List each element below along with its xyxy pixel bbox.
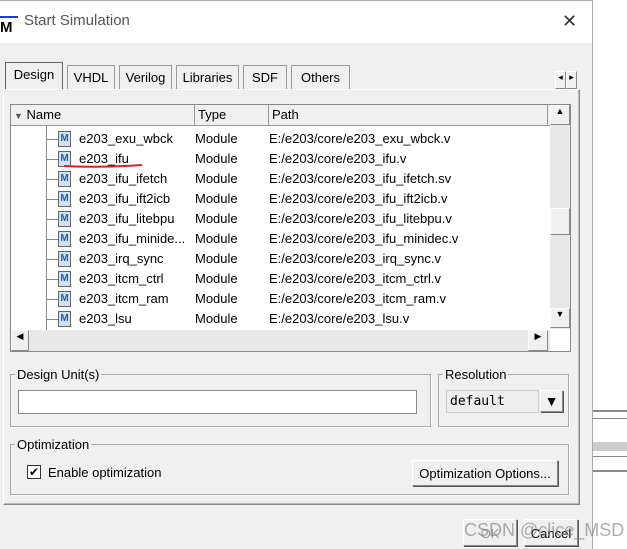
tab-sdf[interactable]: SDF [243,65,287,90]
row-name: e203_ifu_litebpu [79,211,175,226]
tab-others[interactable]: Others [291,65,350,90]
tree-branch [46,259,58,260]
background-window-bar [593,442,627,451]
table-row[interactable]: M e203_itcm_ctrl Module E:/e203/core/e20… [11,269,549,289]
tree-branch [46,179,58,180]
resolution-select[interactable]: default [446,390,539,413]
tab-vhdl[interactable]: VHDL [67,65,115,90]
table-row[interactable]: M e203_ifu Module E:/e203/core/e203_ifu.… [11,149,549,169]
design-tree: ▼ Name Type Path M e203_exu_wbck Module … [10,104,571,352]
resolution-label: Resolution [445,367,507,382]
tree-branch [46,199,58,200]
tree-branch [46,159,58,160]
row-name: e203_ifu_ift2icb [79,191,171,206]
row-path: E:/e203/core/e203_ifu_ift2icb.v [269,191,448,206]
vertical-scrollbar[interactable]: ▲ ▼ [550,105,570,329]
row-path: E:/e203/core/e203_ifu_litebpu.v [269,211,452,226]
table-row[interactable]: M e203_ifu_litebpu Module E:/e203/core/e… [11,209,549,229]
row-name: e203_exu_wbck [79,131,173,146]
row-path: E:/e203/core/e203_exu_wbck.v [269,131,451,146]
row-path: E:/e203/core/e203_ifu.v [269,151,407,166]
module-icon: M [58,231,71,247]
column-header-path[interactable]: Path [269,105,548,126]
column-header-name[interactable]: ▼ Name [11,105,195,126]
title-bar: M Start Simulation ✕ [0,1,592,43]
module-icon: M [58,291,71,307]
module-icon: M [58,271,71,287]
row-path: E:/e203/core/e203_itcm_ctrl.v [269,271,441,286]
row-type: Module [195,191,238,206]
optimization-label: Optimization [17,437,90,452]
row-name: e203_lsu [79,311,132,326]
horizontal-scrollbar[interactable]: ◀ ▶ [11,330,550,351]
row-name: e203_ifu_minide... [79,231,186,246]
tree-branch [46,219,58,220]
row-type: Module [195,291,238,306]
table-row[interactable]: M e203_itcm_ram Module E:/e203/core/e203… [11,289,549,309]
table-row[interactable]: M e203_irq_sync Module E:/e203/core/e203… [11,249,549,269]
design-unit-input[interactable] [18,390,417,414]
tab-verilog[interactable]: Verilog [119,65,172,90]
scroll-thumb[interactable] [550,208,570,235]
scroll-up-icon[interactable]: ▲ [550,105,570,125]
tab-libraries[interactable]: Libraries [176,65,239,90]
row-path: E:/e203/core/e203_irq_sync.v [269,251,441,266]
row-type: Module [195,251,238,266]
row-path: E:/e203/core/e203_itcm_ram.v [269,291,447,306]
row-type: Module [195,311,238,326]
module-icon: M [58,311,71,327]
table-row[interactable]: M e203_lsu Module E:/e203/core/e203_lsu.… [11,309,549,329]
tree-branch [46,139,58,140]
row-type: Module [195,151,238,166]
tab-scroll-right-icon[interactable]: ▸ [566,71,577,89]
sort-arrow-icon: ▼ [14,111,23,121]
table-row[interactable]: M e203_ifu_minide... Module E:/e203/core… [11,229,549,249]
modelsim-logo-icon: M [0,16,18,33]
background-window-line [593,410,627,412]
row-name: e203_itcm_ram [79,291,169,306]
module-icon: M [58,191,71,207]
row-type: Module [195,131,238,146]
row-type: Module [195,171,238,186]
scroll-right-icon[interactable]: ▶ [528,330,548,351]
close-icon[interactable]: ✕ [562,11,577,32]
module-icon: M [58,171,71,187]
background-window-line [593,470,627,472]
tab-design[interactable]: Design [5,62,63,90]
window-title: Start Simulation [24,12,130,29]
scroll-down-icon[interactable]: ▼ [550,308,570,328]
scroll-left-icon[interactable]: ◀ [11,330,29,351]
table-row[interactable]: M e203_exu_wbck Module E:/e203/core/e203… [11,129,549,149]
row-name: e203_itcm_ctrl [79,271,164,286]
enable-optimization-label: Enable optimization [48,465,162,480]
table-row[interactable]: M e203_ifu_ifetch Module E:/e203/core/e2… [11,169,549,189]
watermark: CSDN @clice_MSD [464,520,625,540]
tree-branch [46,239,58,240]
row-name: e203_irq_sync [79,251,164,266]
tree-branch [46,299,58,300]
design-unit-label: Design Unit(s) [17,367,100,382]
dropdown-arrow-icon[interactable]: ▼ [540,390,563,412]
tab-scroll-left-icon[interactable]: ◂ [555,71,566,89]
column-header-type[interactable]: Type [195,105,269,126]
module-icon: M [58,211,71,227]
row-type: Module [195,271,238,286]
optimization-options-button[interactable]: Optimization Options... [412,460,558,486]
table-row[interactable]: M e203_ifu_ift2icb Module E:/e203/core/e… [11,189,549,209]
row-name: e203_ifu_ifetch [79,171,168,186]
background-window-line [593,456,627,457]
tree-branch [46,319,58,320]
tree-branch [46,279,58,280]
row-path: E:/e203/core/e203_ifu_minidec.v [269,231,459,246]
module-icon: M [58,251,71,267]
start-simulation-dialog: M Start Simulation ✕ Design VHDL Verilog… [0,0,593,549]
enable-optimization-checkbox[interactable]: ✔ [27,465,41,479]
row-type: Module [195,211,238,226]
row-path: E:/e203/core/e203_lsu.v [269,311,410,326]
row-path: E:/e203/core/e203_ifu_ifetch.sv [269,171,452,186]
module-icon: M [58,131,71,147]
row-type: Module [195,231,238,246]
svg-text:M: M [0,19,13,33]
background-window-line [593,418,627,419]
